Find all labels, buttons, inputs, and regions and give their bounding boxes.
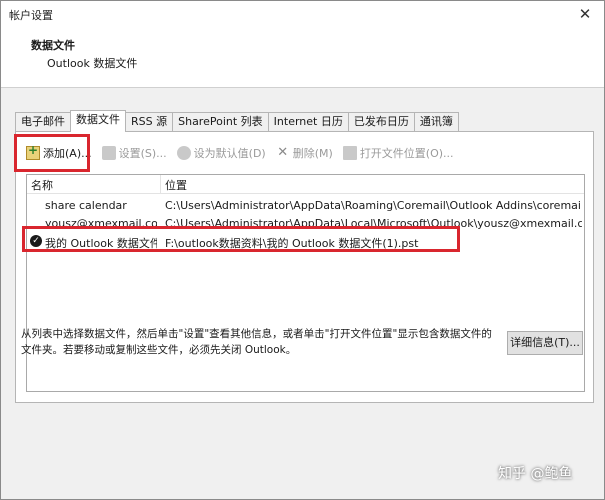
list-item[interactable]: share calendar C:\Users\Administrator\Ap… [27,197,584,215]
close-icon[interactable]: ✕ [574,4,596,24]
open-location-button-label: 打开文件位置(O)... [359,147,454,160]
column-header-location[interactable]: 位置 [165,177,187,193]
list-header: 名称 位置 [27,175,584,194]
check-circle-icon [176,146,191,160]
tab-published-calendar[interactable]: 已发布日历 [347,112,415,131]
delete-x-icon: ✕ [277,145,289,160]
set-default-button[interactable]: 设为默认值(D) [176,145,266,161]
settings-button-label: 设置(S)... [118,147,167,160]
data-file-list[interactable]: 名称 位置 share calendar C:\Users\Administra… [26,174,585,392]
toolbar: 添加(A)... 设置(S)... 设为默认值(D) ✕ 删除(M) 打开文件位… [26,142,464,164]
folder-icon [342,146,357,160]
column-divider[interactable] [160,175,161,193]
remove-button[interactable]: ✕ 删除(M) [276,145,333,161]
header-area: 数据文件 Outlook 数据文件 [1,27,604,85]
tab-data-files[interactable]: 数据文件 [70,110,126,132]
tab-rss[interactable]: RSS 源 [125,112,174,131]
section-subtitle: Outlook 数据文件 [47,57,138,70]
open-location-button[interactable]: 打开文件位置(O)... [342,145,454,161]
file-name: share calendar [45,199,127,212]
dialog-body: 电子邮件 数据文件 RSS 源 SharePoint 列表 Internet 日… [1,88,604,499]
watermark: 知乎 @鲍鱼 [498,466,573,482]
tab-sharepoint[interactable]: SharePoint 列表 [172,112,269,131]
title-bar: 帐户设置 ✕ [1,1,604,27]
data-files-panel: 添加(A)... 设置(S)... 设为默认值(D) ✕ 删除(M) 打开文件位… [15,131,594,403]
highlight-box-row [22,226,460,252]
help-text: 从列表中选择数据文件，然后单击"设置"查看其他信息，或者单击"打开文件位置"显示… [21,328,492,356]
column-header-name[interactable]: 名称 [31,177,53,193]
highlight-box-add [14,134,90,172]
tab-strip: 电子邮件 数据文件 RSS 源 SharePoint 列表 Internet 日… [15,110,459,132]
settings-icon [101,146,116,160]
tab-internet-calendar[interactable]: Internet 日历 [267,112,349,131]
settings-button[interactable]: 设置(S)... [101,145,167,161]
tab-address-book[interactable]: 通讯簿 [413,112,459,131]
set-default-button-label: 设为默认值(D) [193,147,266,160]
window-title: 帐户设置 [9,9,53,22]
file-location: C:\Users\Administrator\AppData\Roaming\C… [165,199,582,212]
remove-button-label: 删除(M) [292,147,333,160]
tab-email[interactable]: 电子邮件 [15,112,71,131]
section-title: 数据文件 [31,39,75,52]
details-button[interactable]: 详细信息(T)... [507,331,583,355]
